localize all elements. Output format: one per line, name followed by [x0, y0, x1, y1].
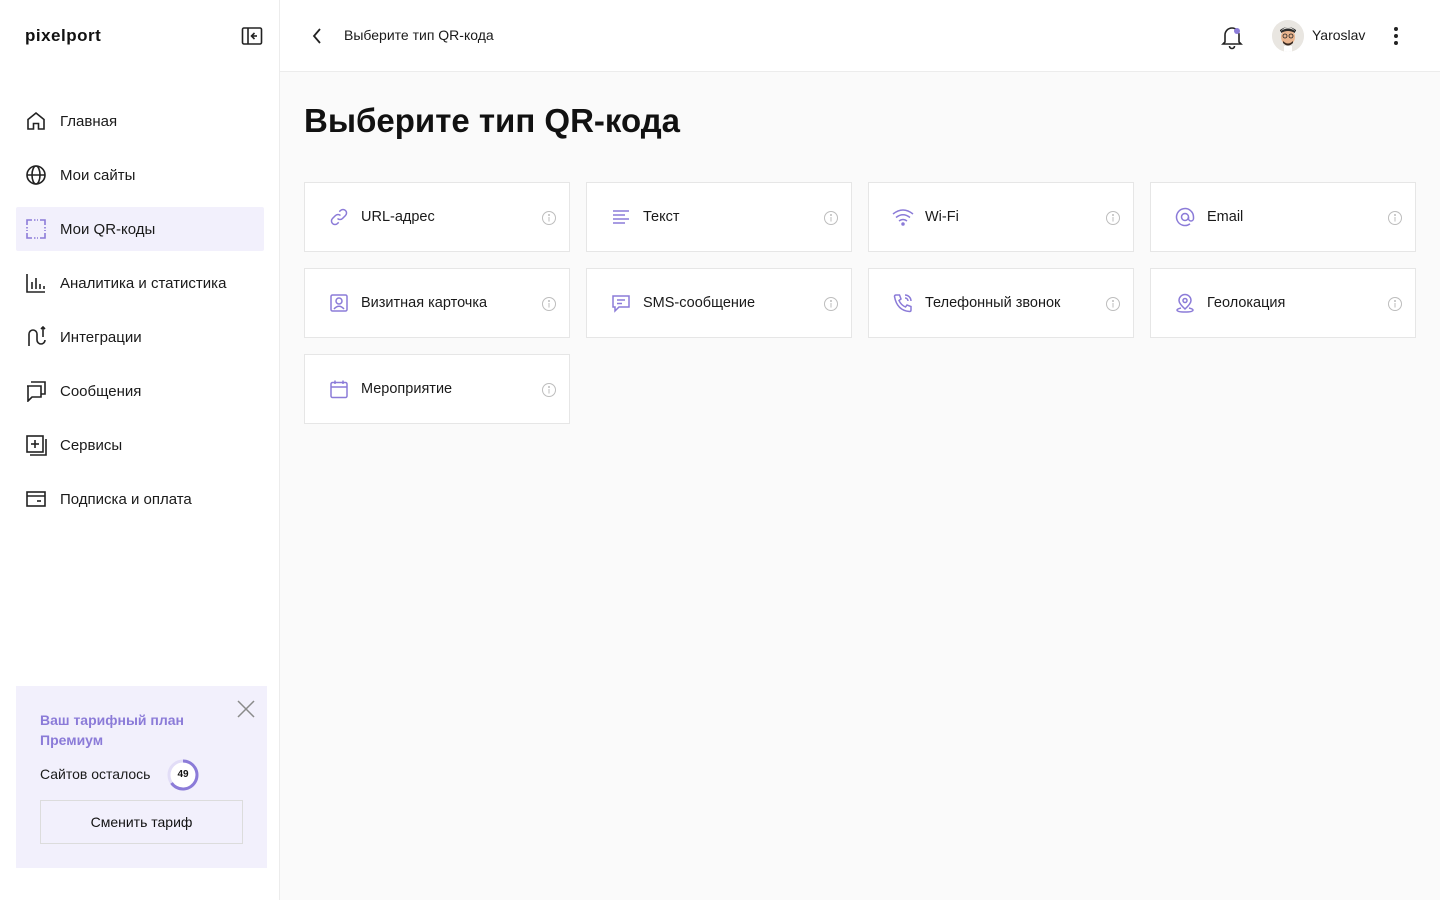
text-lines-icon — [609, 205, 633, 229]
link-icon — [327, 205, 351, 229]
sidebar-item-my-sites[interactable]: Мои сайты — [16, 153, 264, 197]
sidebar-item-my-qr-codes[interactable]: Мои QR-коды — [16, 207, 264, 251]
qr-type-label: Телефонный звонок — [925, 295, 1061, 311]
analytics-icon — [24, 271, 48, 295]
sidebar-item-label: Мои сайты — [60, 166, 136, 184]
sidebar-item-label: Мои QR-коды — [60, 220, 156, 238]
qr-type-business-card[interactable]: Визитная карточка — [304, 268, 570, 338]
qr-type-label: Текст — [643, 209, 680, 225]
username[interactable]: Yaroslav — [1312, 27, 1365, 43]
qr-type-url-card[interactable]: URL-адрес — [304, 182, 570, 252]
change-plan-button[interactable]: Сменить тариф — [40, 800, 243, 844]
qr-type-label: Визитная карточка — [361, 295, 488, 311]
qr-type-label: Wi-Fi — [925, 209, 959, 225]
sidebar-item-label: Главная — [60, 112, 118, 130]
info-icon[interactable] — [1387, 210, 1403, 226]
sidebar-item-label: Сервисы — [60, 436, 123, 454]
sms-icon — [609, 291, 633, 315]
home-icon — [24, 109, 48, 133]
more-options-icon[interactable] — [1386, 24, 1406, 48]
top-bar: Выберите тип QR-кода Yaroslav — [280, 0, 1440, 72]
calendar-icon — [327, 377, 351, 401]
qr-type-location-card[interactable]: Геолокация — [1150, 268, 1416, 338]
qr-type-label: Email — [1207, 209, 1244, 225]
qr-type-label: Геолокация — [1207, 295, 1286, 311]
info-icon[interactable] — [1105, 296, 1121, 312]
sites-remaining-count: 49 — [177, 769, 189, 780]
qr-type-text-card[interactable]: Текст — [586, 182, 852, 252]
page-title: Выберите тип QR-кода — [304, 102, 681, 139]
qr-type-sms-card[interactable]: SMS-сообщение — [586, 268, 852, 338]
info-icon[interactable] — [541, 210, 557, 226]
globe-icon — [24, 163, 48, 187]
info-icon[interactable] — [1387, 296, 1403, 312]
qr-type-label: URL-адрес — [361, 209, 435, 225]
services-icon — [24, 433, 48, 457]
qr-type-email-card[interactable]: Email — [1150, 182, 1416, 252]
qr-type-grid: URL-адрес Текст Wi-Fi Email Визитная кар… — [304, 182, 1416, 424]
sidebar-nav: Главная Мои сайты Мои QR-коды Аналитика … — [16, 99, 264, 531]
sidebar: pixelport Главная Мои сайты Мои QR-коды … — [0, 0, 280, 900]
close-icon[interactable] — [235, 698, 257, 720]
plan-title: Ваш тарифный план Премиум — [40, 712, 185, 748]
wifi-icon — [891, 205, 915, 229]
phone-icon — [891, 291, 915, 315]
qr-type-wifi-card[interactable]: Wi-Fi — [868, 182, 1134, 252]
sidebar-item-services[interactable]: Сервисы — [16, 423, 264, 467]
info-icon[interactable] — [1105, 210, 1121, 226]
sites-remaining-label: Сайтов осталось — [40, 766, 151, 782]
qr-type-label: Мероприятие — [361, 381, 453, 397]
sidebar-item-messages[interactable]: Сообщения — [16, 369, 264, 413]
wallet-icon — [24, 487, 48, 511]
info-icon[interactable] — [541, 382, 557, 398]
plan-card: Ваш тарифный план Премиум Сайтов осталос… — [16, 686, 267, 868]
info-icon[interactable] — [823, 210, 839, 226]
qr-type-event-card[interactable]: Мероприятие — [304, 354, 570, 424]
header-title: Выберите тип QR-кода — [344, 27, 494, 43]
info-icon[interactable] — [541, 296, 557, 312]
location-pin-icon — [1173, 291, 1197, 315]
logo[interactable]: pixelport — [25, 26, 101, 46]
contact-card-icon — [327, 291, 351, 315]
sidebar-item-home[interactable]: Главная — [16, 99, 264, 143]
qr-type-phone-card[interactable]: Телефонный звонок — [868, 268, 1134, 338]
sidebar-item-analytics[interactable]: Аналитика и статистика — [16, 261, 264, 305]
sidebar-item-label: Сообщения — [60, 382, 142, 400]
sidebar-item-label: Аналитика и статистика — [60, 274, 227, 292]
sidebar-item-label: Подписка и оплата — [60, 490, 192, 508]
collapse-sidebar-icon[interactable] — [241, 26, 263, 46]
sidebar-item-subscription[interactable]: Подписка и оплата — [16, 477, 264, 521]
avatar[interactable] — [1272, 20, 1304, 52]
sidebar-item-integrations[interactable]: Интеграции — [16, 315, 264, 359]
back-arrow-icon[interactable] — [308, 26, 328, 46]
qr-type-label: SMS-сообщение — [643, 295, 756, 311]
qr-scan-icon — [24, 217, 48, 241]
info-icon[interactable] — [823, 296, 839, 312]
messages-icon — [24, 379, 48, 403]
integrations-icon — [24, 325, 48, 349]
at-sign-icon — [1173, 205, 1197, 229]
sidebar-item-label: Интеграции — [60, 328, 142, 346]
notification-bell-icon[interactable] — [1220, 24, 1244, 50]
